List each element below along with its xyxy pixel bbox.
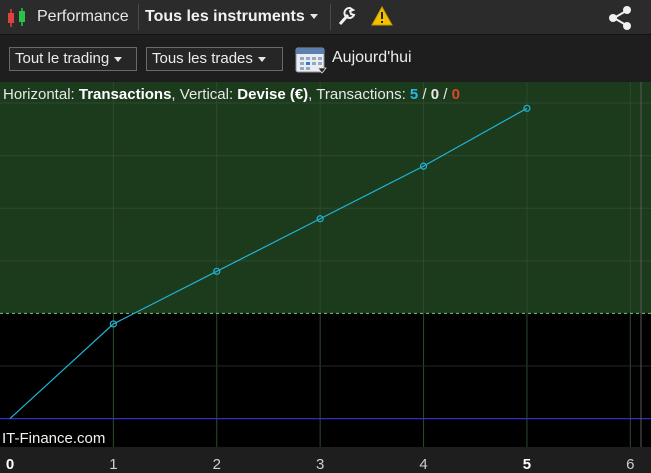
calendar-icon[interactable] (294, 44, 328, 76)
wrench-icon[interactable] (336, 5, 358, 29)
x-tick-label: 2 (213, 456, 221, 473)
watermark: IT-Finance.com (2, 430, 106, 447)
x-axis-band (0, 447, 651, 473)
trading-filter-label: Tout le trading (15, 50, 110, 67)
candlestick-icon[interactable] (5, 6, 29, 30)
trades-filter-dropdown[interactable]: Tous les trades (146, 47, 283, 71)
performance-title[interactable]: Performance (37, 8, 129, 26)
count-separator: / (443, 86, 448, 103)
x-tick-label: 5 (523, 456, 531, 473)
chevron-down-icon (114, 56, 123, 62)
equity-curve-chart: 0 1 2 3 4 5 6 (0, 82, 651, 473)
x-tick-label: 0 (6, 456, 14, 473)
chevron-down-icon (257, 56, 266, 62)
transactions-count-mid: 0 (430, 86, 440, 103)
instrument-selector[interactable]: Tous les instruments (145, 8, 318, 26)
x-tick-label: 3 (316, 456, 324, 473)
trading-filter-dropdown[interactable]: Tout le trading (9, 47, 137, 71)
negative-zone (0, 313, 651, 447)
warning-icon[interactable] (371, 6, 393, 26)
share-icon[interactable] (606, 5, 636, 31)
trades-filter-label: Tous les trades (152, 50, 253, 67)
transactions-count-negative: 0 (451, 86, 460, 103)
instrument-selector-label: Tous les instruments (145, 8, 305, 25)
positive-zone (0, 82, 651, 314)
divider (330, 4, 331, 30)
horizontal-value: Transactions (78, 86, 172, 103)
transactions-count-total: 5 (409, 86, 419, 103)
vertical-label: Vertical: (179, 86, 234, 103)
chart-info-bar: Horizontal: Transactions, Vertical: Devi… (3, 86, 460, 103)
x-tick-label: 6 (626, 456, 634, 473)
vertical-value: Devise (€) (237, 86, 309, 103)
date-range-label[interactable]: Aujourd'hui (332, 49, 412, 67)
chevron-down-icon (309, 14, 318, 20)
count-separator: / (422, 86, 427, 103)
transactions-label: Transactions: (316, 86, 406, 103)
horizontal-label: Horizontal: (3, 86, 75, 103)
top-bar: Performance Tous les instruments (0, 0, 651, 35)
x-tick-label: 1 (109, 456, 117, 473)
x-tick-label: 4 (419, 456, 427, 473)
divider (138, 4, 139, 30)
